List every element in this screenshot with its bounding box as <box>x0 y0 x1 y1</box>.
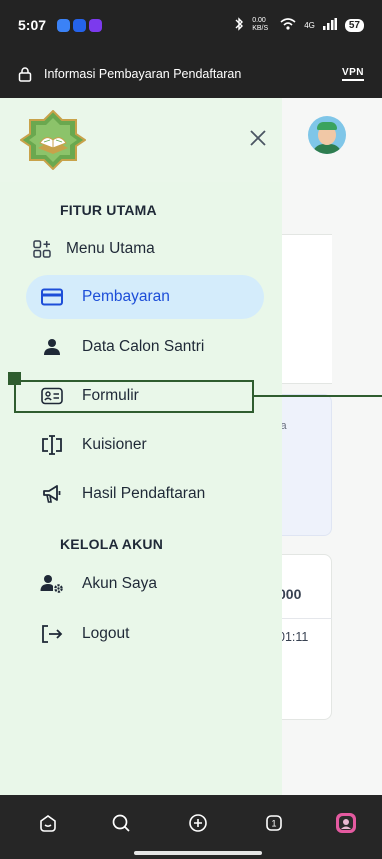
nav-label: Hasil Pendaftaran <box>82 485 206 502</box>
vpn-badge[interactable]: VPN <box>341 67 364 81</box>
url-bar: Informasi Pembayaran Pendaftaran VPN <box>0 50 382 98</box>
nav-item-akun-saya[interactable]: Akun Saya <box>26 562 264 606</box>
divider <box>282 618 332 619</box>
background-text: ia <box>282 420 287 432</box>
nav-item-logout[interactable]: Logout <box>26 612 264 656</box>
profile-button[interactable] <box>334 811 358 835</box>
background-amount: 000 <box>282 586 302 602</box>
browser-bottom-bar: 1 <box>0 795 382 859</box>
dashboard-icon <box>30 237 54 261</box>
nav-item-formulir[interactable]: Formulir <box>26 374 264 418</box>
nav-label: Akun Saya <box>82 575 157 592</box>
home-icon <box>40 815 56 832</box>
nav-item-data-calon-santri[interactable]: Data Calon Santri <box>26 325 264 369</box>
section-title-main: FITUR UTAMA <box>60 202 157 218</box>
background-time: 01:11 <box>282 630 309 644</box>
questionnaire-icon <box>40 433 64 457</box>
tabs-button[interactable]: 1 <box>262 811 286 835</box>
person-icon <box>40 335 64 359</box>
section-title-account: KELOLA AKUN <box>60 536 164 552</box>
status-time: 5:07 <box>18 17 47 33</box>
nav-label: Kuisioner <box>82 436 147 453</box>
app-blue-icon <box>73 18 87 32</box>
megaphone-icon <box>40 482 64 506</box>
app-blue-icon <box>57 18 71 32</box>
nav-label: Logout <box>82 625 130 642</box>
user-settings-icon <box>40 572 64 596</box>
id-card-icon <box>40 384 64 408</box>
wifi-icon <box>280 17 296 34</box>
avatar[interactable] <box>308 116 346 154</box>
status-indicators: 0.00 KB/S 4G 57 <box>234 16 364 34</box>
nav-item-kuisioner[interactable]: Kuisioner <box>26 423 264 467</box>
search-button[interactable] <box>109 811 133 835</box>
highlight-connector-line <box>254 395 382 397</box>
plus-icon <box>189 814 207 832</box>
lock-icon <box>18 67 32 82</box>
nav-label: Data Calon Santri <box>82 338 205 355</box>
search-icon <box>112 814 130 832</box>
close-icon <box>250 130 266 146</box>
background-card <box>282 234 332 384</box>
nav-item-hasil-pendaftaran[interactable]: Hasil Pendaftaran <box>26 472 264 516</box>
nav-item-pembayaran[interactable]: Pembayaran <box>26 275 264 319</box>
signal-icon <box>322 17 337 33</box>
quran-logo-icon <box>19 109 87 171</box>
bluetooth-icon <box>234 16 244 34</box>
close-button[interactable] <box>246 126 270 150</box>
credit-card-icon <box>40 285 64 309</box>
nav-item-menu-utama[interactable]: Menu Utama <box>22 227 260 271</box>
app-purple-icon <box>89 18 103 32</box>
navigation-drawer: FITUR UTAMA Menu Utama Pembayaran Data C… <box>0 98 282 795</box>
background-card <box>282 394 332 536</box>
status-bar: 5:07 0.00 KB/S 4G 57 <box>0 0 382 50</box>
drawer-header <box>0 98 282 182</box>
background-page: ia 000 01:11 <box>282 98 382 795</box>
net-type: 4G <box>304 20 315 30</box>
tabs-icon: 1 <box>266 815 282 831</box>
nav-label: Pembayaran <box>82 288 170 305</box>
battery-indicator: 57 <box>344 18 364 32</box>
net-speed: 0.00 KB/S <box>252 17 269 32</box>
svg-text:1: 1 <box>271 819 276 829</box>
page-title: Informasi Pembayaran Pendaftaran <box>44 67 242 81</box>
home-indicator[interactable] <box>134 851 262 855</box>
profile-avatar-icon <box>336 813 356 833</box>
new-tab-button[interactable] <box>186 811 210 835</box>
logout-icon <box>40 622 64 646</box>
nav-label: Menu Utama <box>66 240 155 257</box>
home-button[interactable] <box>36 811 60 835</box>
nav-label: Formulir <box>82 387 139 404</box>
highlight-marker <box>8 372 21 385</box>
